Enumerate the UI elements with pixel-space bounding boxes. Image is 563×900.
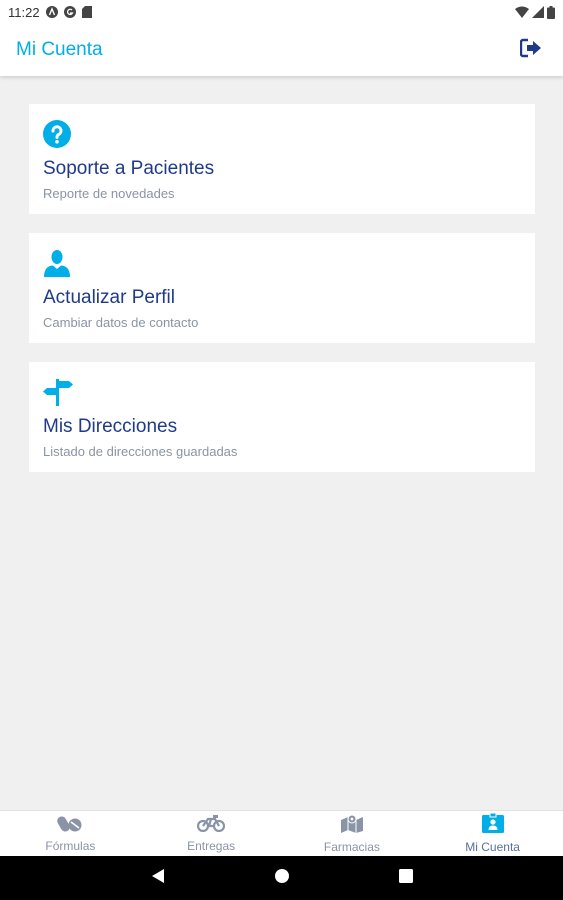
card-subtitle: Cambiar datos de contacto: [43, 315, 199, 330]
wifi-icon: [515, 6, 529, 18]
card-subtitle: Reporte de novedades: [43, 186, 175, 201]
nav-label: Mi Cuenta: [465, 840, 520, 854]
pills-icon: [57, 814, 83, 837]
signpost-icon: [43, 378, 521, 406]
nav-item-mi-cuenta[interactable]: Mi Cuenta: [422, 811, 563, 856]
status-left: 11:22: [8, 5, 92, 20]
notification-g-icon: [63, 6, 76, 18]
battery-icon: [547, 5, 555, 19]
status-bar: 11:22: [0, 0, 563, 24]
card-actualizar-perfil[interactable]: Actualizar Perfil Cambiar datos de conta…: [29, 233, 535, 343]
home-button[interactable]: [270, 866, 294, 890]
status-right: [515, 5, 555, 19]
status-time: 11:22: [8, 4, 40, 20]
map-icon: [340, 813, 364, 838]
home-circle-icon: [274, 868, 290, 889]
logout-button[interactable]: [515, 34, 547, 66]
sd-card-icon: [81, 6, 92, 18]
user-icon: [43, 249, 521, 277]
card-title: Soporte a Pacientes: [43, 158, 215, 179]
card-soporte-pacientes[interactable]: Soporte a Pacientes Reporte de novedades: [29, 104, 535, 214]
bottom-nav: Fórmulas Entregas Farmacias Mi Cuenta: [0, 810, 563, 856]
nav-item-farmacias[interactable]: Farmacias: [282, 811, 423, 856]
card-title: Actualizar Perfil: [43, 287, 175, 308]
card-mis-direcciones[interactable]: Mis Direcciones Listado de direcciones g…: [29, 362, 535, 472]
notification-a-icon: [45, 6, 58, 18]
page-title: Mi Cuenta: [16, 39, 103, 60]
nav-item-formulas[interactable]: Fórmulas: [0, 811, 141, 856]
motorcycle-icon: [197, 814, 226, 837]
signal-icon: [532, 6, 544, 18]
logout-icon: [519, 38, 542, 63]
main-content: Soporte a Pacientes Reporte de novedades…: [0, 76, 563, 810]
card-title: Mis Direcciones: [43, 416, 178, 437]
id-badge-icon: [481, 812, 504, 838]
recents-square-icon: [398, 868, 413, 888]
nav-item-entregas[interactable]: Entregas: [141, 811, 282, 856]
nav-label: Fórmulas: [45, 839, 96, 853]
app-bar: Mi Cuenta: [0, 24, 563, 76]
help-icon: [43, 120, 521, 148]
card-subtitle: Listado de direcciones guardadas: [43, 444, 238, 459]
back-triangle-icon: [151, 868, 165, 889]
back-button[interactable]: [146, 866, 170, 890]
nav-label: Farmacias: [323, 840, 380, 854]
nav-label: Entregas: [187, 839, 236, 853]
recents-button[interactable]: [394, 866, 418, 890]
system-nav-bar: [0, 856, 563, 900]
